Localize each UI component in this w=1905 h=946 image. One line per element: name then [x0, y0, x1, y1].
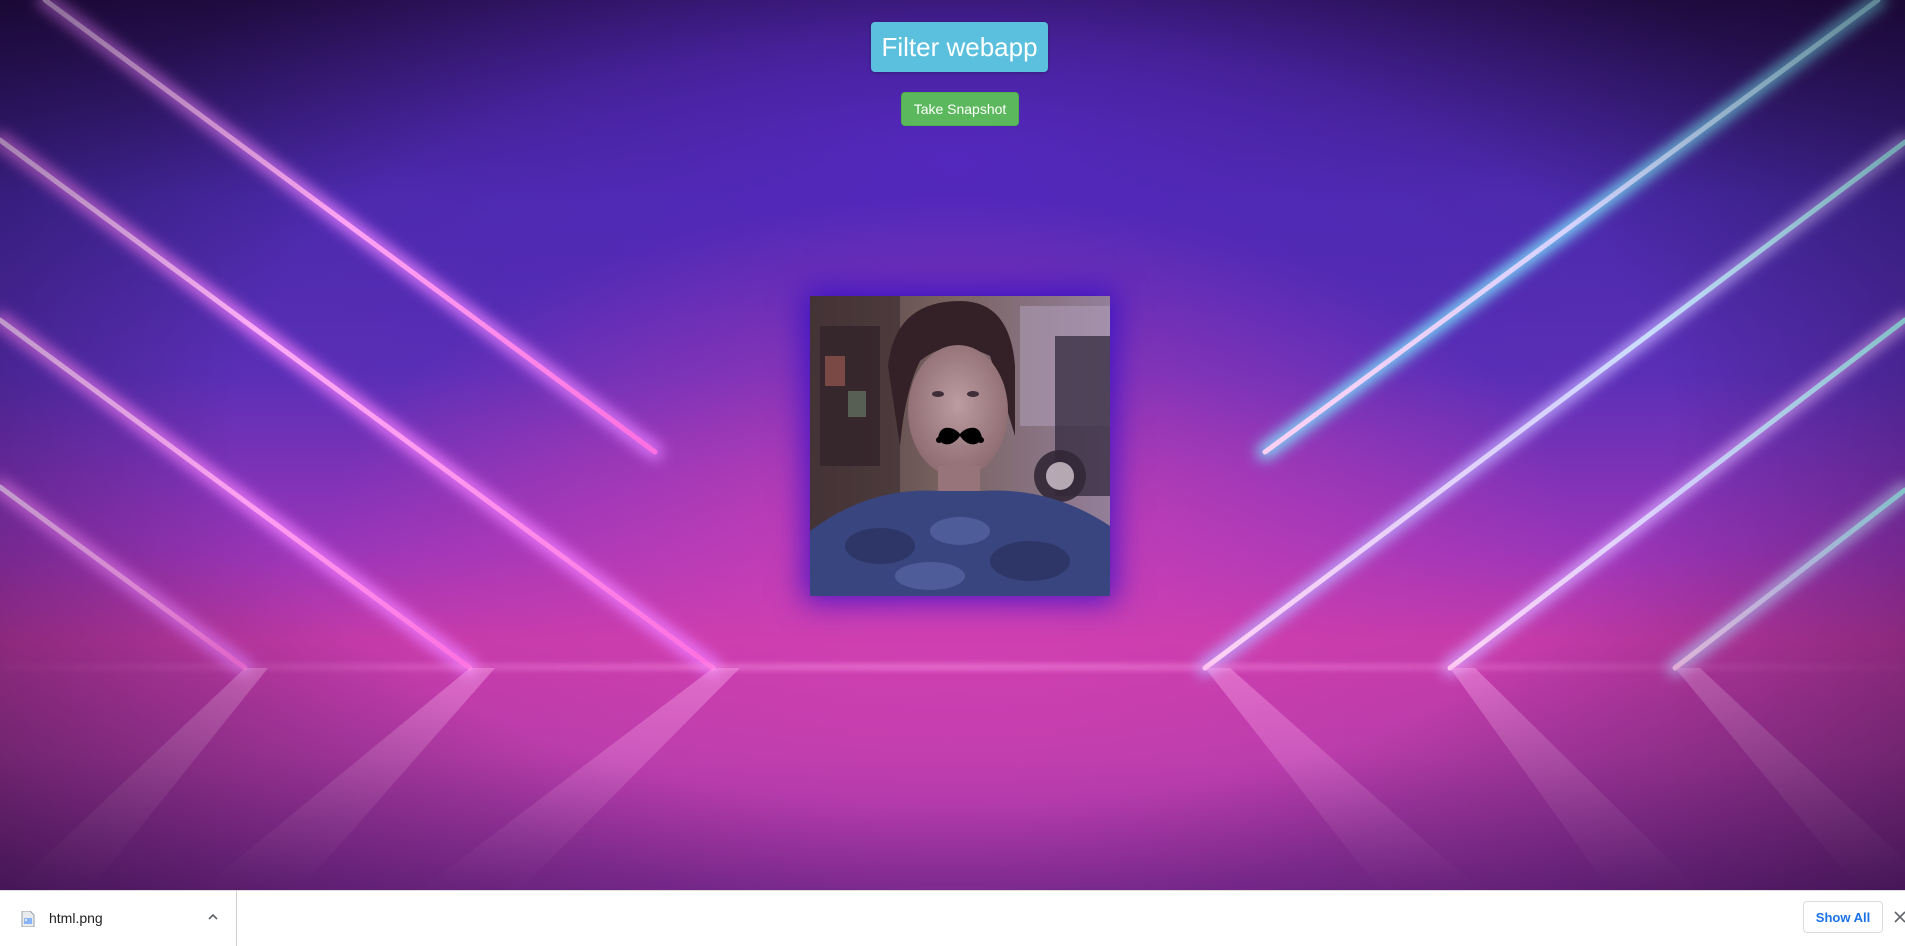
download-bar: html.png Show All	[0, 890, 1905, 946]
webcam-preview	[810, 296, 1110, 596]
show-all-button[interactable]: Show All	[1803, 901, 1883, 933]
page-title: Filter webapp	[871, 22, 1048, 72]
download-item[interactable]: html.png	[0, 891, 237, 946]
chevron-up-icon[interactable]	[205, 909, 221, 925]
take-snapshot-button[interactable]: Take Snapshot	[901, 92, 1019, 126]
close-icon[interactable]	[1893, 909, 1905, 925]
image-file-icon	[21, 911, 35, 927]
download-file-name: html.png	[49, 910, 103, 926]
webcam-image	[810, 296, 1110, 596]
